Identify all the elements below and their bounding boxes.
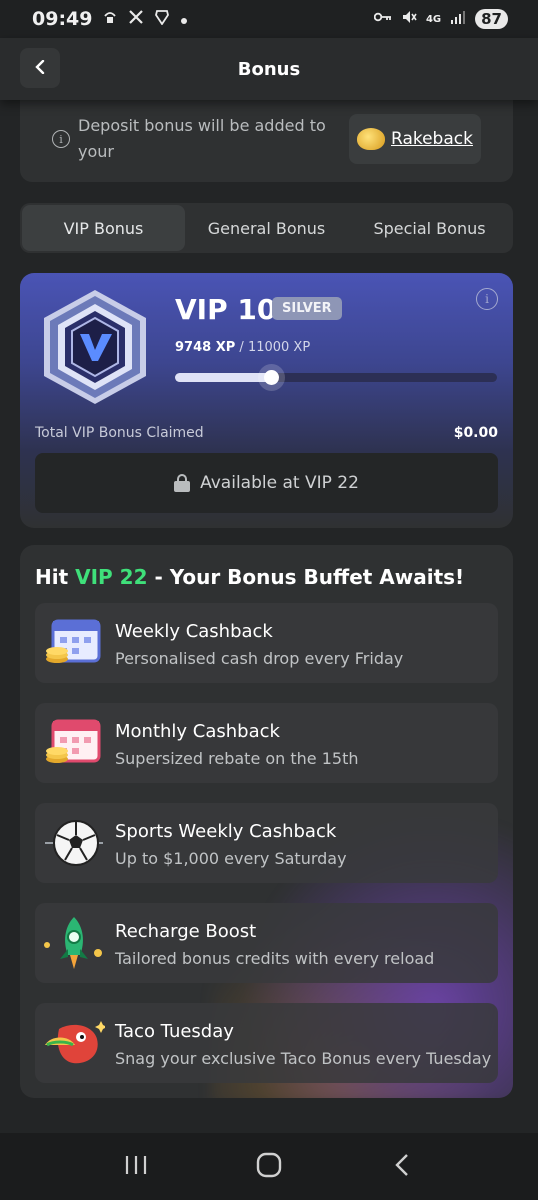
vip-level: VIP 10 [175, 293, 277, 326]
xp-target: 11000 XP [247, 340, 311, 355]
tab-general-bonus[interactable]: General Bonus [185, 205, 348, 251]
locked-label: Available at VIP 22 [200, 473, 359, 493]
piggy-bank-icon [357, 128, 385, 150]
list-item-sports-weekly-cashback[interactable]: Sports Weekly Cashback Up to $1,000 ever… [35, 803, 498, 883]
claimed-label: Total VIP Bonus Claimed [35, 425, 204, 441]
item-title: Recharge Boost [115, 921, 257, 942]
item-description: Supersized rebate on the 15th [115, 749, 359, 768]
rakeback-link[interactable]: Rakeback [349, 114, 481, 164]
item-description: Snag your exclusive Taco Bonus every Tue… [115, 1049, 492, 1068]
xp-current: 9748 XP [175, 340, 236, 355]
taco-monster-icon [43, 1015, 107, 1071]
lock-icon [174, 474, 191, 492]
key-icon [373, 11, 392, 27]
item-title: Sports Weekly Cashback [115, 821, 337, 842]
xp-progress-fill [175, 370, 279, 385]
vip-info-button[interactable]: i [476, 288, 498, 310]
tab-vip-bonus[interactable]: VIP Bonus [22, 205, 185, 251]
vip-hexagon-badge-icon [42, 288, 148, 406]
info-icon: i [485, 292, 489, 306]
info-icon: i [52, 130, 70, 148]
title-prefix: Hit [35, 565, 69, 589]
recent-apps-button[interactable] [106, 1142, 166, 1192]
bonus-buffet-card: Hit VIP 22 - Your Bonus Buffet Awaits! W… [20, 545, 513, 1098]
claimed-row: Total VIP Bonus Claimed $0.00 [35, 425, 498, 441]
home-button[interactable] [239, 1142, 299, 1192]
list-item-recharge-boost[interactable]: Recharge Boost Tailored bonus credits wi… [35, 903, 498, 983]
deposit-notice: i Deposit bonus will be added to your Ra… [20, 96, 513, 182]
system-nav-bar [0, 1133, 538, 1200]
xp-separator: / [239, 340, 244, 355]
clock: 09:49 [32, 8, 93, 30]
tier-badge: SILVER [272, 297, 342, 320]
chevron-left-icon [34, 59, 46, 78]
mute-icon [401, 9, 417, 29]
item-title: Monthly Cashback [115, 721, 280, 742]
locked-claim-button[interactable]: Available at VIP 22 [35, 453, 498, 513]
home-icon [256, 1152, 282, 1182]
item-description: Up to $1,000 every Saturday [115, 849, 347, 868]
claimed-value: $0.00 [453, 425, 498, 441]
signal-icon [450, 9, 466, 29]
list-item-monthly-cashback[interactable]: Monthly Cashback Supersized rebate on th… [35, 703, 498, 783]
system-back-button[interactable] [372, 1142, 432, 1192]
rocket-icon [43, 915, 105, 971]
vip-status-card: VIP 10 SILVER i 9748 XP / 11000 XP Total… [20, 273, 513, 528]
network-label: 4G [425, 13, 442, 25]
item-description: Tailored bonus credits with every reload [115, 949, 435, 968]
top-app-bar: Bonus [0, 38, 538, 100]
item-title: Weekly Cashback [115, 621, 273, 642]
buffet-title: Hit VIP 22 - Your Bonus Buffet Awaits! [35, 565, 464, 589]
bonus-tabs: VIP Bonus General Bonus Special Bonus [20, 203, 513, 253]
xp-progress-bar [175, 370, 497, 385]
back-icon [393, 1153, 411, 1181]
recent-apps-icon [124, 1154, 148, 1180]
x-icon [128, 9, 144, 29]
battery-indicator: 87 [475, 9, 508, 29]
back-button[interactable] [20, 48, 60, 88]
tab-special-bonus[interactable]: Special Bonus [348, 205, 511, 251]
location-lock-icon [102, 9, 118, 29]
title-highlight: VIP 22 [75, 565, 148, 589]
progress-knob [263, 370, 279, 385]
brave-icon [154, 9, 170, 29]
list-item-weekly-cashback[interactable]: Weekly Cashback Personalised cash drop e… [35, 603, 498, 683]
soccer-ball-icon [43, 815, 105, 871]
calendar-coins-icon [43, 615, 105, 671]
page-title: Bonus [237, 58, 301, 80]
pink-calendar-coins-icon [43, 715, 105, 771]
dot-icon [180, 10, 188, 29]
status-bar: 09:49 4G 87 [0, 0, 538, 38]
title-suffix: - Your Bonus Buffet Awaits! [154, 565, 465, 589]
item-description: Personalised cash drop every Friday [115, 649, 404, 668]
rakeback-label: Rakeback [391, 129, 473, 149]
list-item-taco-tuesday[interactable]: Taco Tuesday Snag your exclusive Taco Bo… [35, 1003, 498, 1083]
notice-text: Deposit bonus will be added to your [78, 116, 326, 161]
item-title: Taco Tuesday [115, 1021, 234, 1042]
xp-progress-text: 9748 XP / 11000 XP [175, 340, 310, 355]
